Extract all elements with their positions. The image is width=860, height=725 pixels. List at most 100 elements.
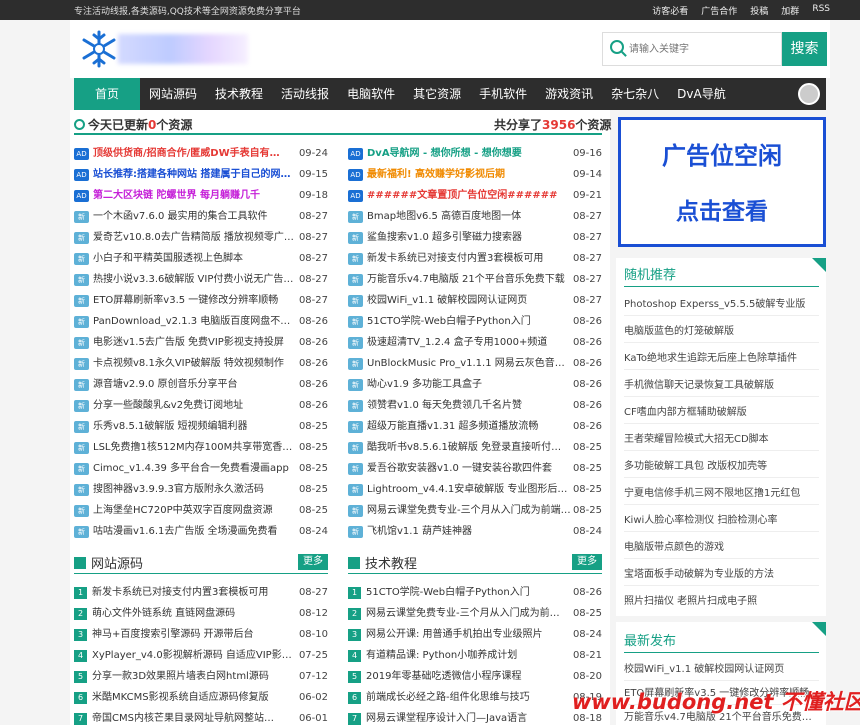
list-item[interactable]: 新一个木函v7.6.0 最实用的集合工具软件 08-27 [74,206,328,227]
list-item[interactable]: AD 站长推荐:搭建各种网站 搭建属于自己的网… 09-15 [74,164,328,185]
ranked-item-title[interactable]: 有道精品课: Python小咖养成计划 [366,645,568,666]
ranked-item[interactable]: 3 网易公开课: 用普通手机拍出专业级照片 08-24 [348,624,602,645]
side-list-item[interactable]: 宁夏电信修手机三网不限地区撸1元红包 [624,484,819,499]
list-item-title[interactable]: 超级万能直播v1.31 超多频道播放流畅 [367,416,571,437]
snowflake-logo-icon[interactable] [78,28,120,70]
list-item-title[interactable]: Cimoc_v1.4.39 多平台合一免费看漫画app [93,458,297,479]
list-item-title[interactable]: 呦心v1.9 多功能工具盒子 [367,374,571,395]
list-item-title[interactable]: 乐秀v8.5.1破解版 短视频编辑利器 [93,416,297,437]
ranked-item[interactable]: 2 网易云课堂免费专业-三个月从入门成为前端… 08-25 [348,603,602,624]
ranked-item-title[interactable]: XyPlayer_v4.0影视解析源码 自适应VIP影… [92,645,294,666]
list-item-title[interactable]: ######文章置顶广告位空闲###### [367,185,571,206]
search-input[interactable] [629,39,777,59]
nav-item-dva[interactable]: DvA导航 [668,78,735,110]
top-link-rss[interactable]: RSS [812,4,830,17]
list-item[interactable]: 新上海堡垒HC720P中英双字百度网盘资源 08-25 [74,500,328,521]
ranked-item[interactable]: 7 网易云课堂程序设计入门—Java语言 08-18 [348,708,602,725]
list-item[interactable]: 新呦心v1.9 多功能工具盒子 08-26 [348,374,602,395]
list-item[interactable]: 新超级万能直播v1.31 超多频道播放流畅 08-26 [348,416,602,437]
list-item-title[interactable]: 网易云课堂免费专业-三个月从入门成为前端… [367,500,571,521]
list-item[interactable]: 新电影迷v1.5去广告版 免费VIP影视支持投屏 08-26 [74,332,328,353]
list-item[interactable]: 新校园WiFi_v1.1 破解校园网认证网页 08-27 [348,290,602,311]
nav-item-site-source[interactable]: 网站源码 [140,78,206,110]
ranked-item[interactable]: 4 XyPlayer_v4.0影视解析源码 自适应VIP影… 07-25 [74,645,328,666]
site-name-logo[interactable] [118,34,248,64]
list-item[interactable]: AD DvA导航网 - 想你所想 - 想你想要 09-16 [348,143,602,164]
list-item-title[interactable]: 源音塘v2.9.0 原创音乐分享平台 [93,374,297,395]
side-list-item[interactable]: Photoshop Experss_v5.5.5破解专业版 [624,295,819,310]
list-item[interactable]: 新酷我听书v8.5.6.1破解版 免登录直接听付… 08-25 [348,437,602,458]
ranked-item-title[interactable]: 新发卡系统已对接支付内置3套模板可用 [92,582,294,603]
list-item-title[interactable]: LSL免费撸1核512M内存100M共享带宽香… [93,437,297,458]
list-item-title[interactable]: 校园WiFi_v1.1 破解校园网认证网页 [367,290,571,311]
side-list-item[interactable]: 电脑版蓝色的灯笼破解版 [624,322,819,337]
list-item[interactable]: 新分享一些酸酸乳&v2免费订阅地址 08-26 [74,395,328,416]
side-list-item[interactable]: 宝塔面板手动破解为专业版的方法 [624,565,819,580]
ad-banner[interactable]: 广告位空闲 点击查看 [618,117,826,247]
list-item[interactable]: 新咕咕漫画v1.6.1去广告版 全场漫画免费看 08-24 [74,521,328,542]
list-item[interactable]: 新飞机馆v1.1 葫芦娃神器 08-24 [348,521,602,542]
list-item[interactable]: 新新发卡系统已对接支付内置3套模板可用 08-27 [348,248,602,269]
list-item[interactable]: 新 Lightroom_v4.4.1安卓破解版 专业图形后… 08-25 [348,479,602,500]
search-button[interactable]: 搜索 [782,32,827,66]
list-item[interactable]: 新卡点视频v8.1永久VIP破解版 特效视频制作 08-26 [74,353,328,374]
list-item-title[interactable]: 上海堡垒HC720P中英双字百度网盘资源 [93,500,297,521]
nav-item-misc[interactable]: 杂七杂八 [602,78,668,110]
list-item-title[interactable]: 搜图神器v3.9.9.3官方版附永久激活码 [93,479,297,500]
top-link-visitor[interactable]: 访客必看 [652,4,688,17]
side-list-item[interactable]: KaTo绝地求生追踪无后座上色除草插件 [624,349,819,364]
ranked-item-title[interactable]: 帝国CMS内核芒果目录网址导航网整站… [92,708,294,725]
nav-item-mobile[interactable]: 手机软件 [470,78,536,110]
list-item[interactable]: 新万能音乐v4.7电脑版 21个平台音乐免费下载 08-27 [348,269,602,290]
list-item-title[interactable]: Lightroom_v4.4.1安卓破解版 专业图形后… [367,479,571,500]
list-item[interactable]: 新乐秀v8.5.1破解版 短视频编辑利器 08-25 [74,416,328,437]
list-item[interactable]: AD 顶级供货商/招商合作/匿威DW手表自有… 09-24 [74,143,328,164]
list-item-title[interactable]: UnBlockMusic Pro_v1.1.1 网易云灰色音… [367,353,571,374]
list-item-title[interactable]: 爱奇艺v10.8.0去广告精简版 播放视频零广… [93,227,297,248]
avatar[interactable] [798,83,820,105]
list-item[interactable]: 新爱奇艺v10.8.0去广告精简版 播放视频零广… 08-27 [74,227,328,248]
list-item[interactable]: 新小白子和平精英国服透视上色脚本 08-27 [74,248,328,269]
ranked-item[interactable]: 5 分享一款3D效果照片墙表白网html源码 07-12 [74,666,328,687]
nav-item-tutorials[interactable]: 技术教程 [206,78,272,110]
top-link-ad[interactable]: 广告合作 [701,4,737,17]
list-item-title[interactable]: 领赞君v1.0 每天免费领几千名片赞 [367,395,571,416]
top-link-group[interactable]: 加群 [781,4,799,17]
side-list-item[interactable]: 电脑版带点颜色的游戏 [624,538,819,553]
list-item[interactable]: AD 第二大区块链 陀螺世界 每月躺赚几千 09-18 [74,185,328,206]
ranked-item[interactable]: 5 2019年零基础吃透微信小程序课程 08-20 [348,666,602,687]
list-item[interactable]: AD ######文章置顶广告位空闲###### 09-21 [348,185,602,206]
ranked-item[interactable]: 2 萌心文件外链系统 直链网盘源码 08-12 [74,603,328,624]
side-list-item[interactable]: 照片扫描仪 老照片扫成电子照 [624,592,819,607]
list-item[interactable]: 新 ETO屏幕刷新率v3.5 一键修改分辨率顺畅 08-27 [74,290,328,311]
list-item-title[interactable]: 卡点视频v8.1永久VIP破解版 特效视频制作 [93,353,297,374]
list-item-title[interactable]: 酷我听书v8.5.6.1破解版 免登录直接听付… [367,437,571,458]
ranked-item-title[interactable]: 网易云课堂免费专业-三个月从入门成为前端… [366,603,568,624]
list-item-title[interactable]: 极速超清TV_1.2.4 盒子专用1000+频道 [367,332,571,353]
ranked-item-title[interactable]: 前端成长必经之路-组件化思维与技巧 [366,687,568,708]
list-item-title[interactable]: 顶级供货商/招商合作/匿威DW手表自有… [93,143,297,164]
list-item-title[interactable]: 小白子和平精英国服透视上色脚本 [93,248,297,269]
list-item[interactable]: AD 最新福利! 高效赚学好影视后期 09-14 [348,164,602,185]
list-item[interactable]: 新源音塘v2.9.0 原创音乐分享平台 08-26 [74,374,328,395]
list-item-title[interactable]: 咕咕漫画v1.6.1去广告版 全场漫画免费看 [93,521,297,542]
side-list-item[interactable]: 手机微信聊天记录恢复工具破解版 [624,376,819,391]
list-item-title[interactable]: 爱吾谷歌安装器v1.0 一键安装谷歌四件套 [367,458,571,479]
list-item-title[interactable]: 站长推荐:搭建各种网站 搭建属于自己的网… [93,164,297,185]
side-list-item[interactable]: 王者荣耀冒险模式大招无CD脚本 [624,430,819,445]
list-item[interactable]: 新网易云课堂免费专业-三个月从入门成为前端… 08-25 [348,500,602,521]
ranked-item[interactable]: 6 前端成长必经之路-组件化思维与技巧 08-19 [348,687,602,708]
list-item[interactable]: 新爱吾谷歌安装器v1.0 一键安装谷歌四件套 08-25 [348,458,602,479]
list-item-title[interactable]: 电影迷v1.5去广告版 免费VIP影视支持投屏 [93,332,297,353]
ranked-item[interactable]: 1 新发卡系统已对接支付内置3套模板可用 08-27 [74,582,328,603]
list-item-title[interactable]: 第二大区块链 陀螺世界 每月躺赚几千 [93,185,297,206]
tech-more-button[interactable]: 更多 [572,554,602,570]
list-item[interactable]: 新 UnBlockMusic Pro_v1.1.1 网易云灰色音… 08-26 [348,353,602,374]
ranked-item-title[interactable]: 萌心文件外链系统 直链网盘源码 [92,603,294,624]
list-item-title[interactable]: 新发卡系统已对接支付内置3套模板可用 [367,248,571,269]
top-link-submit[interactable]: 投稿 [750,4,768,17]
ranked-item[interactable]: 7 帝国CMS内核芒果目录网址导航网整站… 06-01 [74,708,328,725]
nav-item-pc-software[interactable]: 电脑软件 [338,78,404,110]
list-item[interactable]: 新 Bmap地图v6.5 高德百度地图一体 08-27 [348,206,602,227]
ranked-item-title[interactable]: 51CTO学院-Web白帽子Python入门 [366,582,568,603]
